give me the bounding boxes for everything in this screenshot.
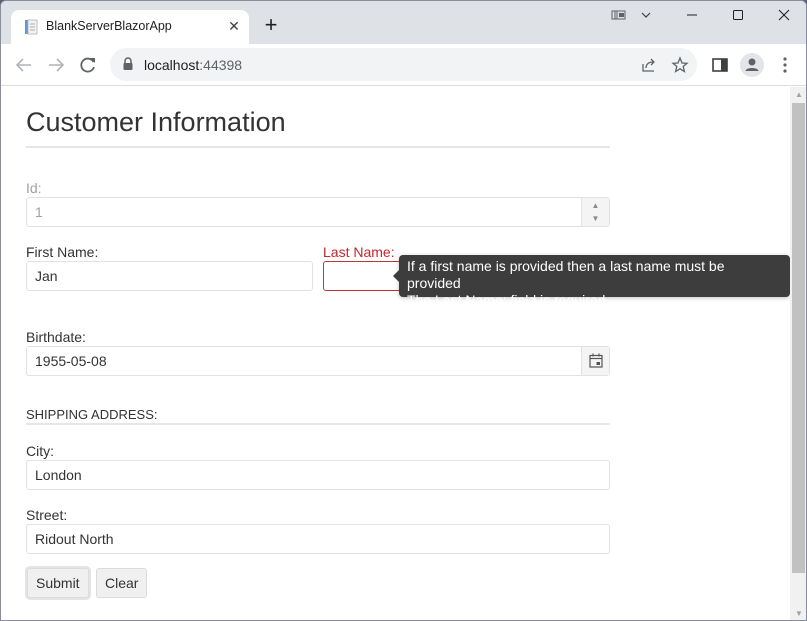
tab-close-icon[interactable]: ✕ <box>226 18 242 34</box>
url-text: localhost:44398 <box>144 57 243 73</box>
share-icon[interactable] <box>640 56 658 74</box>
spin-up-icon[interactable]: ▲ <box>582 199 609 212</box>
birthdate-input[interactable]: 1955-05-08 <box>26 346 610 376</box>
scroll-down-icon[interactable]: ▼ <box>790 606 806 620</box>
scroll-up-icon[interactable]: ▲ <box>790 87 806 103</box>
submit-button[interactable]: Submit <box>27 568 89 598</box>
arrow-left-icon[interactable] <box>13 54 35 76</box>
close-icon[interactable] <box>769 5 799 29</box>
scrollbar-thumb[interactable] <box>792 103 805 573</box>
browser-tab[interactable]: BlankServerBlazorApp ✕ <box>11 10 249 44</box>
birthdate-label: Birthdate: <box>26 329 86 345</box>
validation-tooltip: If a first name is provided then a last … <box>393 255 790 308</box>
first-name-value: Jan <box>35 268 58 284</box>
first-name-input[interactable]: Jan <box>26 261 313 291</box>
city-input[interactable]: London <box>26 460 610 490</box>
arrow-right-icon[interactable] <box>45 54 67 76</box>
last-name-label: Last Name: <box>323 244 395 260</box>
shipping-section-heading: SHIPPING ADDRESS: <box>26 407 158 422</box>
shipping-divider <box>26 423 610 425</box>
chevron-down-icon[interactable] <box>631 5 661 29</box>
id-spinner[interactable]: ▲ ▼ <box>581 198 609 226</box>
street-value: Ridout North <box>35 531 114 547</box>
reload-icon[interactable] <box>77 54 99 76</box>
page-title: Customer Information <box>26 107 286 137</box>
clear-button[interactable]: Clear <box>96 568 148 598</box>
address-bar[interactable]: localhost:44398 <box>110 48 697 81</box>
page-content: Customer Information Id: 1 ▲ ▼ First Nam… <box>1 87 790 620</box>
validation-message: If a first name is provided then a last … <box>407 258 725 291</box>
star-icon[interactable] <box>671 56 689 74</box>
browser-toolbar: localhost:44398 <box>1 44 806 86</box>
minimize-icon[interactable] <box>677 5 707 29</box>
calendar-button[interactable] <box>581 347 609 375</box>
city-label: City: <box>26 443 54 459</box>
title-divider <box>26 146 610 148</box>
id-label: Id: <box>26 180 42 196</box>
new-tab-button[interactable]: + <box>261 14 281 36</box>
calendar-icon <box>588 353 603 368</box>
maximize-icon[interactable] <box>723 5 753 29</box>
tab-strip: BlankServerBlazorApp ✕ + <box>1 1 806 44</box>
street-label: Street: <box>26 507 68 523</box>
profile-icon[interactable] <box>740 53 764 77</box>
validation-message: The Last Name: field is required. <box>407 292 610 308</box>
kebab-menu-icon[interactable] <box>774 54 796 76</box>
side-panel-icon[interactable] <box>709 54 731 76</box>
tab-title: BlankServerBlazorApp <box>46 19 172 33</box>
first-name-label: First Name: <box>26 244 99 260</box>
browser-window: BlankServerBlazorApp ✕ + localhost:44398 <box>0 0 807 621</box>
birthdate-value: 1955-05-08 <box>35 353 107 369</box>
id-value: 1 <box>35 204 43 220</box>
page-scrollbar[interactable]: ▲ ▼ <box>790 87 806 620</box>
cast-icon[interactable] <box>604 5 634 29</box>
city-value: London <box>35 467 82 483</box>
id-field: 1 ▲ ▼ <box>26 197 610 227</box>
document-icon <box>25 19 38 35</box>
street-input[interactable]: Ridout North <box>26 524 610 554</box>
spin-down-icon[interactable]: ▼ <box>582 212 609 225</box>
lock-icon <box>123 57 133 70</box>
